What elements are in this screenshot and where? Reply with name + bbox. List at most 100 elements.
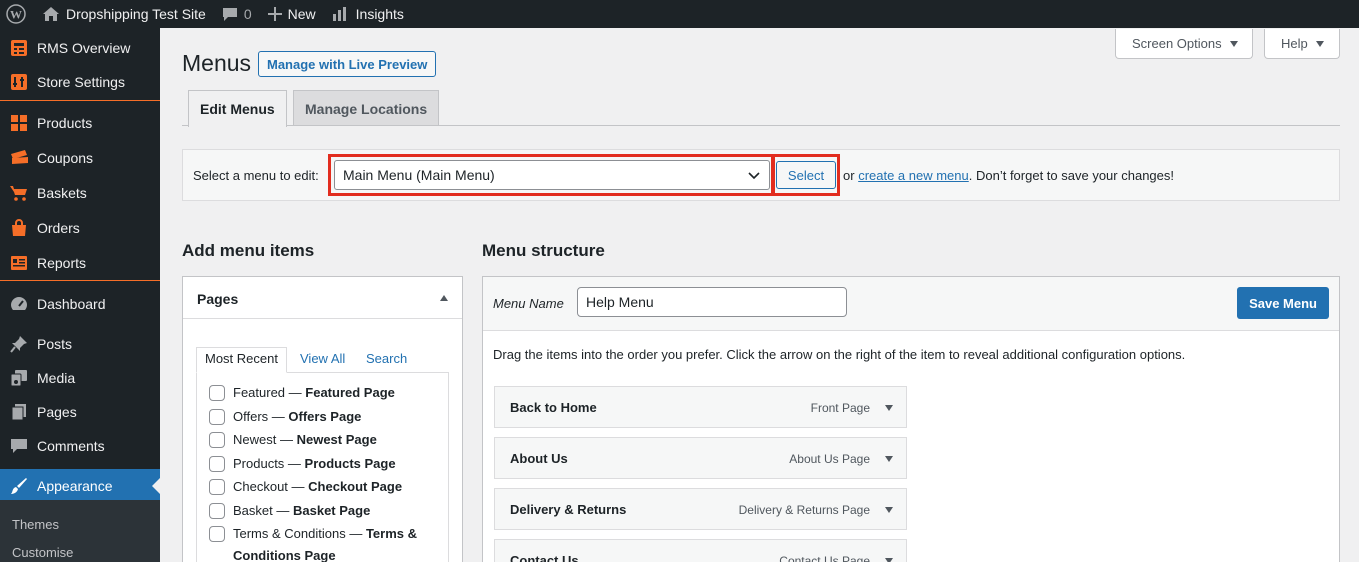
sidebar-item-pages[interactable]: Pages (0, 395, 160, 429)
appearance-submenu: Themes Customise (0, 500, 160, 562)
coupon-icon (10, 149, 28, 167)
sidebar-item-label: Appearance (37, 478, 113, 494)
tab-search[interactable]: Search (366, 351, 407, 366)
insights-label: Insights (355, 6, 404, 22)
list-item[interactable]: Featured — Featured Page (209, 385, 439, 401)
admin-bar-new[interactable]: New (260, 0, 324, 28)
wordpress-logo-icon[interactable]: W (0, 0, 34, 28)
sidebar-item-label: Store Settings (37, 74, 125, 90)
tab-edit-menus[interactable]: Edit Menus (188, 90, 287, 127)
list-item[interactable]: Terms & Conditions — Terms & Conditions … (209, 526, 439, 562)
checkbox[interactable] (209, 503, 225, 519)
tabs-divider (182, 125, 1340, 126)
checkbox[interactable] (209, 385, 225, 401)
checkbox[interactable] (209, 479, 225, 495)
list-item[interactable]: Basket — Basket Page (209, 503, 439, 519)
select-menu-label: Select a menu to edit: (193, 168, 319, 183)
menu-structure-heading: Menu structure (482, 241, 605, 260)
menu-item[interactable]: Back to Home Front Page (494, 386, 907, 428)
sidebar-item-label: Products (37, 115, 93, 131)
screen-options-label: Screen Options (1132, 36, 1222, 51)
main-content: Screen Options Help Menus Manage with Li… (160, 28, 1359, 562)
menu-item[interactable]: About Us About Us Page (494, 437, 907, 479)
sidebar-item-rms-overview[interactable]: RMS Overview (0, 31, 160, 65)
sidebar-item-baskets[interactable]: Baskets (0, 176, 160, 210)
expand-arrow-icon[interactable] (885, 456, 893, 462)
admin-sidebar: RMS Overview Store Settings Products Cou… (0, 28, 160, 562)
submenu-item-themes[interactable]: Themes (12, 517, 59, 532)
expand-arrow-icon[interactable] (885, 405, 893, 411)
page-type: Offers Page (288, 409, 362, 424)
save-reminder: . Don’t forget to save your changes! (968, 168, 1174, 183)
pages-icon (10, 403, 28, 421)
comment-icon (222, 7, 237, 21)
sidebar-item-store-settings[interactable]: Store Settings (0, 65, 160, 99)
page-name: Checkout (233, 479, 288, 494)
list-item[interactable]: Offers — Offers Page (209, 409, 439, 425)
sidebar-item-products[interactable]: Products (0, 106, 160, 140)
drag-instructions: Drag the items into the order you prefer… (493, 347, 1186, 362)
page-name: Terms & Conditions (233, 526, 346, 541)
sidebar-item-coupons[interactable]: Coupons (0, 141, 160, 175)
sidebar-separator (0, 100, 160, 101)
comment-icon (10, 437, 28, 455)
expand-arrow-icon[interactable] (885, 558, 893, 562)
admin-bar-site[interactable]: Dropshipping Test Site (34, 0, 214, 28)
menu-item-title: Delivery & Returns (510, 502, 627, 517)
admin-bar-insights[interactable]: Insights (324, 0, 412, 28)
sidebar-item-media[interactable]: Media (0, 361, 160, 395)
menu-item-type: About Us Page (789, 452, 870, 466)
checkbox[interactable] (209, 456, 225, 472)
menu-item-title: Contact Us (510, 553, 579, 562)
sidebar-item-posts[interactable]: Posts (0, 327, 160, 361)
menu-item[interactable]: Contact Us Contact Us Page (494, 539, 907, 562)
save-menu-button[interactable]: Save Menu (1237, 287, 1329, 319)
submenu-item-customise[interactable]: Customise (12, 545, 73, 560)
collapse-arrow-icon[interactable] (440, 295, 448, 301)
menu-item-type: Delivery & Returns Page (738, 503, 870, 517)
list-item[interactable]: Checkout — Checkout Page (209, 479, 439, 495)
bag-icon (10, 219, 28, 237)
select-button[interactable]: Select (776, 161, 836, 189)
page-type: Basket Page (292, 503, 371, 518)
pages-panel-header[interactable]: Pages (183, 277, 462, 319)
checkbox[interactable] (209, 526, 225, 542)
list-item[interactable]: Newest — Newest Page (209, 432, 439, 448)
screen-options-button[interactable]: Screen Options (1115, 29, 1253, 59)
caret-down-icon (1315, 40, 1324, 47)
list-item[interactable]: Products — Products Page (209, 456, 439, 472)
page-name: Basket (233, 503, 273, 518)
live-preview-button[interactable]: Manage with Live Preview (258, 51, 437, 77)
sidebar-item-label: Orders (37, 220, 80, 236)
site-name: Dropshipping Test Site (66, 6, 206, 22)
sidebar-separator (0, 280, 160, 281)
sidebar-item-dashboard[interactable]: Dashboard (0, 287, 160, 321)
tab-most-recent[interactable]: Most Recent (196, 347, 287, 373)
tab-manage-locations[interactable]: Manage Locations (293, 90, 440, 126)
menu-item[interactable]: Delivery & Returns Delivery & Returns Pag… (494, 488, 907, 530)
plus-icon (267, 7, 282, 21)
create-new-menu-link[interactable]: create a new menu (858, 168, 969, 183)
page-type: Checkout Page (308, 479, 403, 494)
tab-view-all[interactable]: View All (300, 351, 345, 366)
admin-bar: W Dropshipping Test Site 0 New Insights (0, 0, 1359, 28)
checkbox[interactable] (209, 432, 225, 448)
menu-select-dropdown[interactable]: Main Menu (Main Menu) (334, 160, 770, 190)
admin-bar-comments[interactable]: 0 (214, 0, 260, 28)
menu-name-input[interactable]: Help Menu (577, 287, 847, 317)
sidebar-item-appearance[interactable]: Appearance (0, 469, 160, 503)
help-button[interactable]: Help (1264, 29, 1340, 59)
sidebar-item-label: Media (37, 370, 76, 386)
sidebar-item-orders[interactable]: Orders (0, 211, 160, 245)
svg-text:W: W (10, 8, 22, 22)
expand-arrow-icon[interactable] (885, 507, 893, 513)
pin-icon (10, 335, 28, 353)
page-name: Newest (233, 432, 277, 447)
sidebar-item-comments[interactable]: Comments (0, 429, 160, 463)
sidebar-item-label: Dashboard (37, 296, 106, 312)
add-menu-items-heading: Add menu items (182, 241, 315, 260)
page-name: Featured (233, 385, 286, 400)
sidebar-item-reports[interactable]: Reports (0, 246, 160, 280)
home-icon (43, 7, 59, 21)
checkbox[interactable] (209, 409, 225, 425)
